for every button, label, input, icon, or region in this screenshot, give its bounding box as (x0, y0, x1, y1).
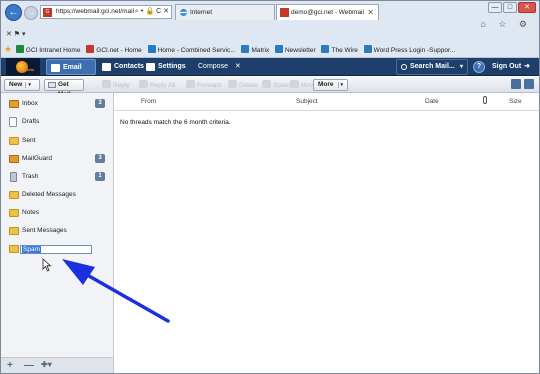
annotation-arrow (62, 259, 170, 323)
